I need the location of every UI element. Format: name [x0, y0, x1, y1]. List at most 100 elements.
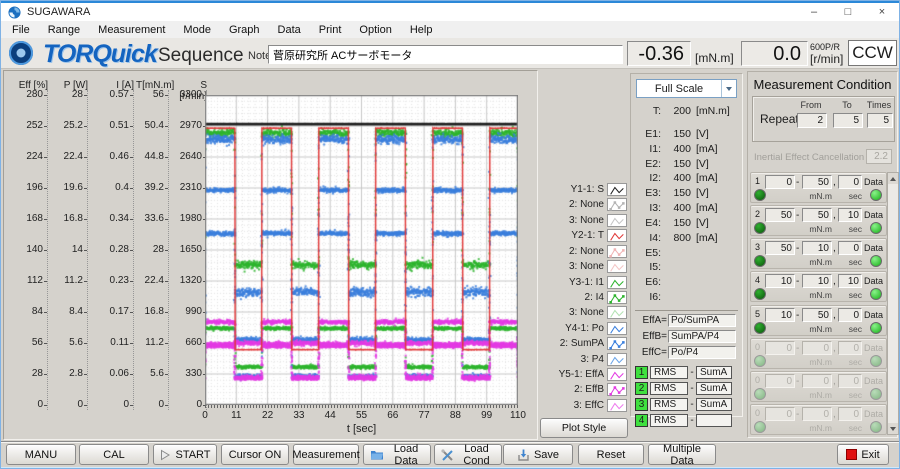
- plot-style-icon[interactable]: [607, 229, 627, 242]
- minimize-button[interactable]: –: [797, 3, 831, 21]
- measurement-button[interactable]: Measurement: [293, 444, 359, 465]
- scale-value: 400: [661, 202, 691, 214]
- scroll-down-button[interactable]: [888, 423, 898, 434]
- step-from-field[interactable]: 0: [765, 175, 795, 189]
- formula-value-field[interactable]: Po/SumPA: [668, 314, 736, 327]
- menu-item-mode[interactable]: Mode: [174, 23, 220, 37]
- axis-tick-label: 280: [26, 90, 43, 100]
- axis-tick: 28: [6, 369, 47, 379]
- sum-mode-box[interactable]: SumA: [696, 398, 732, 411]
- manu-button[interactable]: MANU: [6, 444, 76, 465]
- data-record-led[interactable]: [870, 322, 882, 334]
- menu-item-help[interactable]: Help: [401, 23, 442, 37]
- menu-item-range[interactable]: Range: [39, 23, 89, 37]
- axis-tick: 0.51: [92, 121, 133, 131]
- data-record-led[interactable]: [870, 189, 882, 201]
- plot-style-icon[interactable]: [607, 291, 627, 304]
- scale-mode-dropdown[interactable]: Full Scale: [636, 79, 737, 98]
- rms-mode-box[interactable]: RMS: [650, 366, 688, 379]
- step-from-field[interactable]: 10: [765, 274, 795, 288]
- plot-style-icon[interactable]: [607, 368, 627, 381]
- plot-style-icon[interactable]: [607, 337, 627, 350]
- step-from-field[interactable]: 50: [765, 241, 795, 255]
- plot-style-icon[interactable]: [607, 306, 627, 319]
- step-list-scrollbar[interactable]: [887, 172, 899, 435]
- maximize-button[interactable]: □: [831, 3, 865, 21]
- cursor-on-button[interactable]: Cursor ON: [221, 444, 289, 465]
- load-cond-button[interactable]: Load Cond: [434, 444, 502, 465]
- axis-tick-label: 56: [153, 90, 164, 100]
- sum-mode-box[interactable]: [696, 414, 732, 427]
- tick-mark: [84, 405, 87, 406]
- repeat-value-field[interactable]: 2: [797, 113, 827, 128]
- scale-row-i5: I5:: [633, 260, 741, 274]
- time-unit-label: sec: [838, 324, 862, 334]
- plot-style-icon[interactable]: [607, 245, 627, 258]
- sum-mode-box[interactable]: SumA: [696, 366, 732, 379]
- step-time-field[interactable]: 10: [838, 208, 862, 222]
- logo-text: TORQuick: [43, 40, 157, 69]
- step-time-field[interactable]: 10: [838, 274, 862, 288]
- close-button[interactable]: ×: [865, 3, 899, 21]
- scale-unit: [V]: [696, 128, 709, 140]
- tick-mark: [84, 250, 87, 251]
- plot-style-icon[interactable]: [607, 198, 627, 211]
- scale-unit: [mA]: [696, 232, 718, 244]
- menu-item-print[interactable]: Print: [310, 23, 351, 37]
- axis-tick-label: 168: [26, 214, 43, 224]
- formula-value-field[interactable]: SumPA/P4: [668, 330, 736, 343]
- rms-mode-box[interactable]: RMS: [650, 398, 688, 411]
- plot-style-icon[interactable]: [607, 276, 627, 289]
- step-from-field[interactable]: 10: [765, 308, 795, 322]
- sum-mode-box[interactable]: SumA: [696, 382, 732, 395]
- rms-mode-box[interactable]: RMS: [650, 382, 688, 395]
- plot-style-icon[interactable]: [607, 214, 627, 227]
- channel-row-3-p4: 3: P4: [541, 353, 627, 366]
- inertial-group: Inertial Effect Cancellation 2.2: [752, 146, 895, 170]
- scroll-up-button[interactable]: [888, 173, 898, 184]
- multiple-data-button[interactable]: Multiple Data: [648, 444, 716, 465]
- x-axis-title: t [sec]: [205, 423, 518, 435]
- menu-item-data[interactable]: Data: [269, 23, 310, 37]
- step-time-field[interactable]: 0: [838, 308, 862, 322]
- plot-style-icon[interactable]: [607, 183, 627, 196]
- plot-style-icon[interactable]: [607, 383, 627, 396]
- step-time-field[interactable]: 0: [838, 175, 862, 189]
- plot-style-button[interactable]: Plot Style: [540, 418, 628, 438]
- axis-tick: 14: [50, 245, 87, 255]
- formula-value-field[interactable]: Po/P4: [668, 346, 736, 359]
- menu-item-graph[interactable]: Graph: [220, 23, 269, 37]
- save-button[interactable]: Save: [503, 444, 573, 465]
- data-record-led[interactable]: [870, 255, 882, 267]
- plot-style-icon[interactable]: [607, 353, 627, 366]
- cal-button[interactable]: CAL: [79, 444, 149, 465]
- menu-item-measurement[interactable]: Measurement: [89, 23, 174, 37]
- exit-button[interactable]: Exit: [837, 444, 889, 465]
- step-to-field[interactable]: 10: [802, 241, 832, 255]
- step-to-field[interactable]: 10: [802, 274, 832, 288]
- data-record-led[interactable]: [870, 288, 882, 300]
- page-title: Sequence: [158, 45, 244, 67]
- step-to-field[interactable]: 50: [802, 208, 832, 222]
- data-record-led[interactable]: [870, 222, 882, 234]
- step-from-field[interactable]: 50: [765, 208, 795, 222]
- step-to-field[interactable]: 50: [802, 175, 832, 189]
- plot-style-icon[interactable]: [607, 260, 627, 273]
- torque-unit-label: mN.m: [802, 423, 832, 433]
- axis-tick: 44.8: [136, 152, 168, 162]
- reset-button[interactable]: Reset: [578, 444, 644, 465]
- axis-tick-label: 50.4: [145, 121, 164, 131]
- plot-style-icon[interactable]: [607, 322, 627, 335]
- window-title: SUGAWARA: [27, 6, 90, 18]
- menu-item-option[interactable]: Option: [350, 23, 400, 37]
- start-button[interactable]: START: [153, 444, 217, 465]
- load-data-button[interactable]: Load Data: [363, 444, 431, 465]
- step-to-field[interactable]: 50: [802, 308, 832, 322]
- menu-item-file[interactable]: File: [3, 23, 39, 37]
- plot-style-icon[interactable]: [607, 399, 627, 412]
- repeat-value-field[interactable]: 5: [833, 113, 863, 128]
- rms-mode-box[interactable]: RMS: [650, 414, 688, 427]
- note-input[interactable]: [268, 45, 623, 64]
- repeat-value-field[interactable]: 5: [867, 113, 893, 128]
- step-time-field[interactable]: 0: [838, 241, 862, 255]
